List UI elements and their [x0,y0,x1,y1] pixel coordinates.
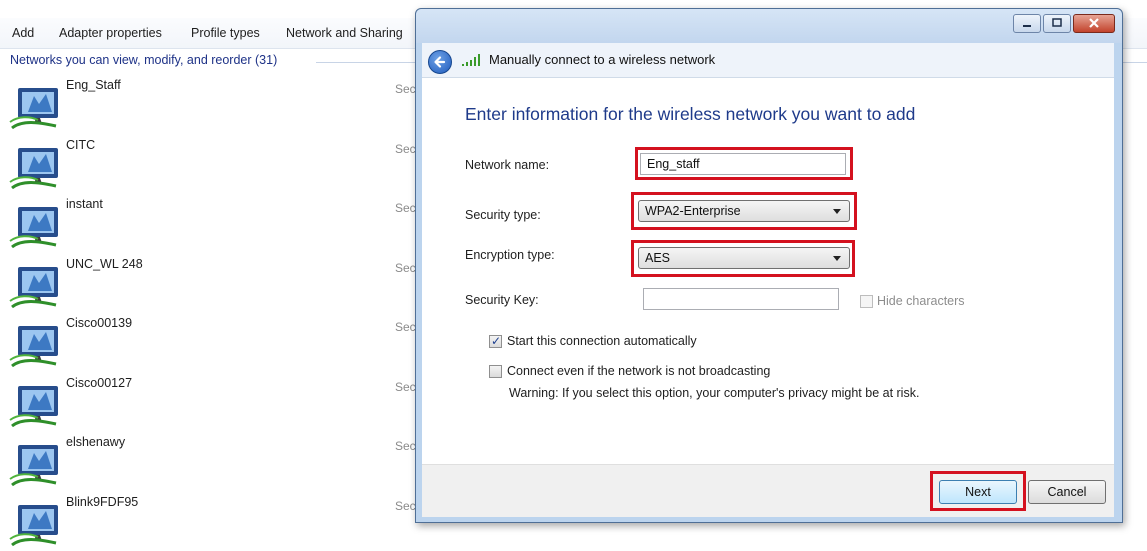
network-list-item[interactable]: Cisco00127 Sec [8,376,416,432]
manual-connect-dialog: Manually connect to a wireless network E… [415,8,1123,523]
encryption-type-value: AES [645,251,671,265]
dialog-title: Manually connect to a wireless network [489,52,716,67]
security-key-field[interactable] [643,288,839,310]
network-security: Sec [395,320,416,334]
add-button[interactable]: Add [12,26,34,40]
back-arrow-icon [434,56,446,68]
network-name-label: Network name: [465,158,550,172]
auto-start-checkbox[interactable]: ✓ [489,334,502,348]
wireless-network-icon [9,207,58,249]
network-name: UNC_WL 248 [66,257,143,271]
network-list-item[interactable]: Eng_Staff Sec [8,78,416,134]
network-list-item[interactable]: Cisco00139 Sec [8,316,416,372]
network-security: Sec [395,261,416,275]
network-name: elshenawy [66,435,126,449]
back-button[interactable] [428,50,452,74]
encryption-type-label: Encryption type: [465,248,555,262]
wireless-network-icon [9,445,58,487]
network-security: Sec [395,380,416,394]
network-name: instant [66,197,103,211]
network-security: Sec [395,82,416,96]
wireless-network-icon [9,326,58,368]
network-name: CITC [66,138,96,152]
maximize-icon [1052,18,1062,27]
network-security: Sec [395,201,416,215]
encryption-type-select[interactable]: AES [638,247,850,269]
network-security: Sec [395,439,416,453]
network-name: Eng_Staff [66,78,121,92]
maximize-button[interactable] [1043,14,1071,33]
page-heading: Enter information for the wireless netwo… [465,104,916,124]
connect-hidden-checkbox[interactable] [489,365,502,378]
security-type-label: Security type: [465,208,541,222]
wireless-signal-icon [462,54,480,66]
network-security: Sec [395,142,416,156]
network-sharing-link[interactable]: Network and Sharing [286,26,403,40]
networks-group-header: Networks you can view, modify, and reord… [10,53,278,67]
wireless-network-icon [9,505,58,547]
hide-characters-label: Hide characters [877,294,965,308]
dialog-header: Manually connect to a wireless network [422,43,1114,77]
wireless-network-icon [9,88,58,130]
network-list-item[interactable]: instant Sec [8,197,416,253]
auto-start-label: Start this connection automatically [507,334,697,348]
network-list-item[interactable]: elshenawy Sec [8,435,416,491]
network-name: Cisco00139 [66,316,133,330]
wireless-network-icon [9,267,58,309]
security-key-label: Security Key: [465,293,539,307]
chevron-down-icon [833,209,841,214]
checkmark-icon: ✓ [491,334,502,348]
network-name-field[interactable]: Eng_staff [640,153,846,175]
dialog-content: Enter information for the wireless netwo… [422,77,1114,465]
dialog-titlebar [416,9,1122,43]
network-list-item[interactable]: CITC Sec [8,138,416,194]
profile-types-button[interactable]: Profile types [191,26,260,40]
network-security: Sec [395,499,416,513]
network-list-item[interactable]: UNC_WL 248 Sec [8,257,416,313]
minimize-icon [1023,25,1031,27]
privacy-warning: Warning: If you select this option, your… [509,386,920,400]
close-button[interactable] [1073,14,1115,33]
next-button[interactable]: Next [939,480,1017,504]
wireless-network-icon [9,148,58,190]
minimize-button[interactable] [1013,14,1041,33]
chevron-down-icon [833,256,841,261]
network-name: Blink9FDF95 [66,495,139,509]
connect-hidden-label: Connect even if the network is not broad… [507,364,771,378]
network-name: Cisco00127 [66,376,133,390]
adapter-properties-button[interactable]: Adapter properties [59,26,162,40]
security-type-select[interactable]: WPA2-Enterprise [638,200,850,222]
dialog-footer: Next Cancel [422,464,1114,517]
cancel-button[interactable]: Cancel [1028,480,1106,504]
close-icon [1089,18,1099,28]
hide-characters-checkbox[interactable] [860,295,873,308]
wireless-network-icon [9,386,58,428]
security-type-value: WPA2-Enterprise [645,204,741,218]
network-list-item[interactable]: Blink9FDF95 Sec [8,495,416,551]
